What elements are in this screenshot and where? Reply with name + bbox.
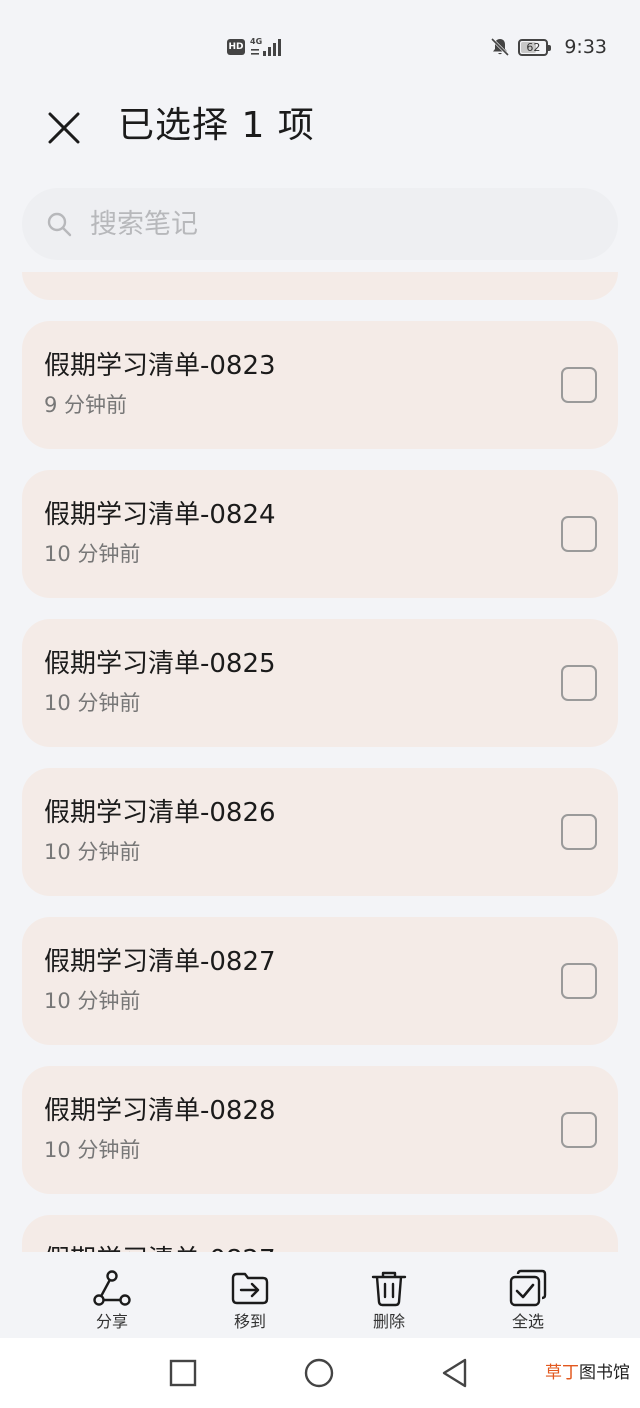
note-title: 假期学习清单-0827 — [44, 1243, 276, 1252]
notes-selection-screen: HD 4G 62 9:33 已选择 1 项 搜索笔记 假期学习清单-0823 9… — [0, 0, 640, 1408]
note-time: 10 分钟前 — [44, 840, 141, 864]
home-button[interactable] — [302, 1356, 336, 1390]
note-card[interactable] — [22, 272, 618, 300]
circle-icon — [304, 1358, 334, 1388]
note-title: 假期学习清单-0824 — [44, 500, 276, 530]
share-label: 分享 — [95, 1312, 128, 1331]
note-card[interactable]: 假期学习清单-0826 10 分钟前 — [22, 768, 618, 896]
move-label: 移到 — [233, 1312, 266, 1331]
share-icon — [93, 1270, 131, 1306]
note-card[interactable]: 假期学习清单-0825 10 分钟前 — [22, 619, 618, 747]
note-checkbox[interactable] — [561, 367, 597, 403]
note-title: 假期学习清单-0825 — [44, 649, 276, 679]
square-icon — [169, 1359, 197, 1387]
note-card[interactable]: 假期学习清单-0827 — [22, 1215, 618, 1252]
search-icon — [47, 212, 72, 237]
status-right-group: 62 9:33 — [490, 34, 607, 60]
note-checkbox[interactable] — [561, 814, 597, 850]
back-triangle-icon — [442, 1358, 467, 1388]
notes-list-viewport[interactable]: 假期学习清单-0823 9 分钟前 假期学习清单-0824 10 分钟前 假期学… — [0, 272, 640, 1252]
search-bar[interactable] — [22, 188, 618, 260]
watermark-rest: 图书馆 — [579, 1363, 630, 1383]
system-nav-bar: 草丁图书馆 — [0, 1338, 640, 1408]
page-title: 已选择 1 项 — [118, 105, 315, 146]
select-all-label: 全选 — [511, 1312, 544, 1331]
close-button[interactable] — [40, 104, 88, 152]
note-time: 10 分钟前 — [44, 989, 141, 1013]
note-title: 假期学习清单-0826 — [44, 798, 276, 828]
close-icon — [48, 112, 80, 144]
battery-icon: 62 — [518, 38, 552, 56]
note-time: 10 分钟前 — [44, 1138, 141, 1162]
note-title: 假期学习清单-0823 — [44, 351, 276, 381]
signal-icon: 4G — [250, 37, 281, 56]
watermark: 草丁图书馆 — [545, 1362, 630, 1384]
status-time: 9:33 — [564, 36, 607, 58]
delete-label: 删除 — [372, 1312, 405, 1331]
trash-icon — [371, 1271, 407, 1307]
notes-list: 假期学习清单-0823 9 分钟前 假期学习清单-0824 10 分钟前 假期学… — [22, 272, 618, 1252]
search-input[interactable] — [88, 207, 572, 241]
battery-level: 62 — [526, 40, 541, 54]
note-card[interactable]: 假期学习清单-0823 9 分钟前 — [22, 321, 618, 449]
move-folder-icon — [231, 1272, 269, 1305]
note-title: 假期学习清单-0828 — [44, 1096, 276, 1126]
status-bar: HD 4G 62 9:33 — [0, 0, 640, 92]
bottom-toolbar: 分享 移到 删除 全选 — [0, 1252, 640, 1338]
watermark-accent: 草丁 — [545, 1363, 579, 1383]
hd-badge: HD — [227, 39, 245, 55]
note-card[interactable]: 假期学习清单-0824 10 分钟前 — [22, 470, 618, 598]
header: 已选择 1 项 — [0, 92, 640, 172]
note-time: 10 分钟前 — [44, 542, 141, 566]
note-checkbox[interactable] — [561, 516, 597, 552]
note-title: 假期学习清单-0827 — [44, 947, 276, 977]
note-checkbox[interactable] — [561, 963, 597, 999]
note-checkbox[interactable] — [561, 665, 597, 701]
share-button[interactable]: 分享 — [62, 1252, 162, 1338]
note-card[interactable]: 假期学习清单-0827 10 分钟前 — [22, 917, 618, 1045]
note-time: 10 分钟前 — [44, 691, 141, 715]
select-all-button[interactable]: 全选 — [478, 1252, 578, 1338]
note-card[interactable]: 假期学习清单-0828 10 分钟前 — [22, 1066, 618, 1194]
back-button[interactable] — [438, 1356, 472, 1390]
recents-button[interactable] — [166, 1356, 200, 1390]
note-checkbox[interactable] — [561, 1112, 597, 1148]
bell-muted-icon — [491, 37, 510, 57]
move-button[interactable]: 移到 — [200, 1252, 300, 1338]
network-type-label: 4G — [250, 37, 262, 46]
delete-button[interactable]: 删除 — [339, 1252, 439, 1338]
note-time: 9 分钟前 — [44, 393, 128, 417]
select-all-icon — [509, 1269, 547, 1307]
